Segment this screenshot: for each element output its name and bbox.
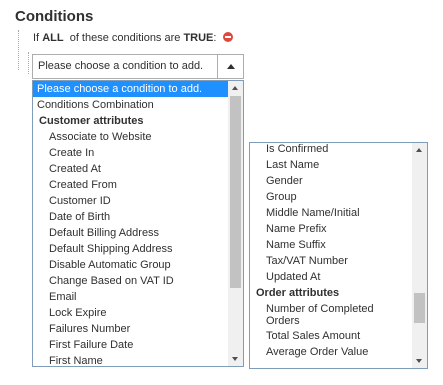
option-line: Number of Completed — [266, 303, 374, 315]
option-please-choose-a-condition-to-add[interactable]: Please choose a condition to add. — [33, 81, 228, 97]
option-name-prefix[interactable]: Name Prefix — [250, 221, 412, 237]
option-number-of-completed-orders[interactable]: Number of Completed Orders — [250, 301, 412, 328]
scroll-down-icon[interactable] — [412, 354, 427, 368]
option-first-name[interactable]: First Name — [33, 353, 228, 366]
option-email[interactable]: Email — [33, 289, 228, 305]
scrollbar-thumb[interactable] — [414, 293, 425, 323]
child-rule-line — [28, 52, 29, 74]
aggregator-link[interactable]: ALL — [42, 32, 63, 44]
scroll-up-icon[interactable] — [412, 143, 427, 157]
scrollbar-thumb[interactable] — [230, 96, 241, 288]
option-created-from[interactable]: Created From — [33, 177, 228, 193]
option-failures-number[interactable]: Failures Number — [33, 321, 228, 337]
condition-middle-text: of these conditions are — [69, 32, 181, 44]
option-conditions-combination[interactable]: Conditions Combination — [33, 97, 228, 113]
option-date-of-birth[interactable]: Date of Birth — [33, 209, 228, 225]
conditions-title: Conditions — [15, 8, 94, 25]
scrollbar[interactable] — [228, 81, 243, 366]
condition-select[interactable]: Please choose a condition to add. — [32, 54, 244, 79]
option-first-failure-date[interactable]: First Failure Date — [33, 337, 228, 353]
option-disable-automatic-group[interactable]: Disable Automatic Group — [33, 257, 228, 273]
option-created-at[interactable]: Created At — [33, 161, 228, 177]
option-last-name[interactable]: Last Name — [250, 157, 412, 173]
option-lock-expire[interactable]: Lock Expire — [33, 305, 228, 321]
option-tax-vat-number[interactable]: Tax/VAT Number — [250, 253, 412, 269]
condition-dropdown-list-scrolled[interactable]: Is Confirmed Last Name Gender Group Middle N… — [249, 142, 428, 369]
condition-prefix: If — [33, 32, 40, 44]
option-group[interactable]: Group — [250, 189, 412, 205]
option-total-sales-amount[interactable]: Total Sales Amount — [250, 328, 412, 344]
select-arrow-icon[interactable] — [217, 55, 243, 78]
option-default-billing-address[interactable]: Default Billing Address — [33, 225, 228, 241]
condition-dropdown-list[interactable]: Please choose a condition to add. Conditi… — [32, 80, 244, 367]
condition-line: If ALL of these conditions are TRUE: — [33, 32, 233, 44]
condition-value-link[interactable]: TRUE — [183, 32, 213, 44]
remove-condition-icon[interactable] — [222, 32, 233, 42]
option-create-in[interactable]: Create In — [33, 145, 228, 161]
condition-suffix: : — [213, 32, 217, 44]
scrollbar[interactable] — [412, 143, 427, 368]
option-group-customer-attributes: Customer attributes — [39, 115, 144, 127]
scroll-up-icon[interactable] — [228, 81, 243, 95]
option-updated-at[interactable]: Updated At — [250, 269, 412, 285]
condition-select-value: Please choose a condition to add. — [38, 60, 204, 72]
option-is-confirmed[interactable]: Is Confirmed — [250, 143, 412, 157]
option-middle-name-initial[interactable]: Middle Name/Initial — [250, 205, 412, 221]
rule-tree-line — [18, 30, 19, 70]
option-associate-to-website[interactable]: Associate to Website — [33, 129, 228, 145]
option-group-order-attributes: Order attributes — [256, 287, 340, 299]
option-change-based-on-vat-id[interactable]: Change Based on VAT ID — [33, 273, 228, 289]
option-line: Orders — [266, 315, 300, 327]
option-customer-id[interactable]: Customer ID — [33, 193, 228, 209]
option-name-suffix[interactable]: Name Suffix — [250, 237, 412, 253]
option-average-order-value[interactable]: Average Order Value — [250, 344, 412, 360]
scroll-down-icon[interactable] — [228, 352, 243, 366]
option-gender[interactable]: Gender — [250, 173, 412, 189]
option-default-shipping-address[interactable]: Default Shipping Address — [33, 241, 228, 257]
